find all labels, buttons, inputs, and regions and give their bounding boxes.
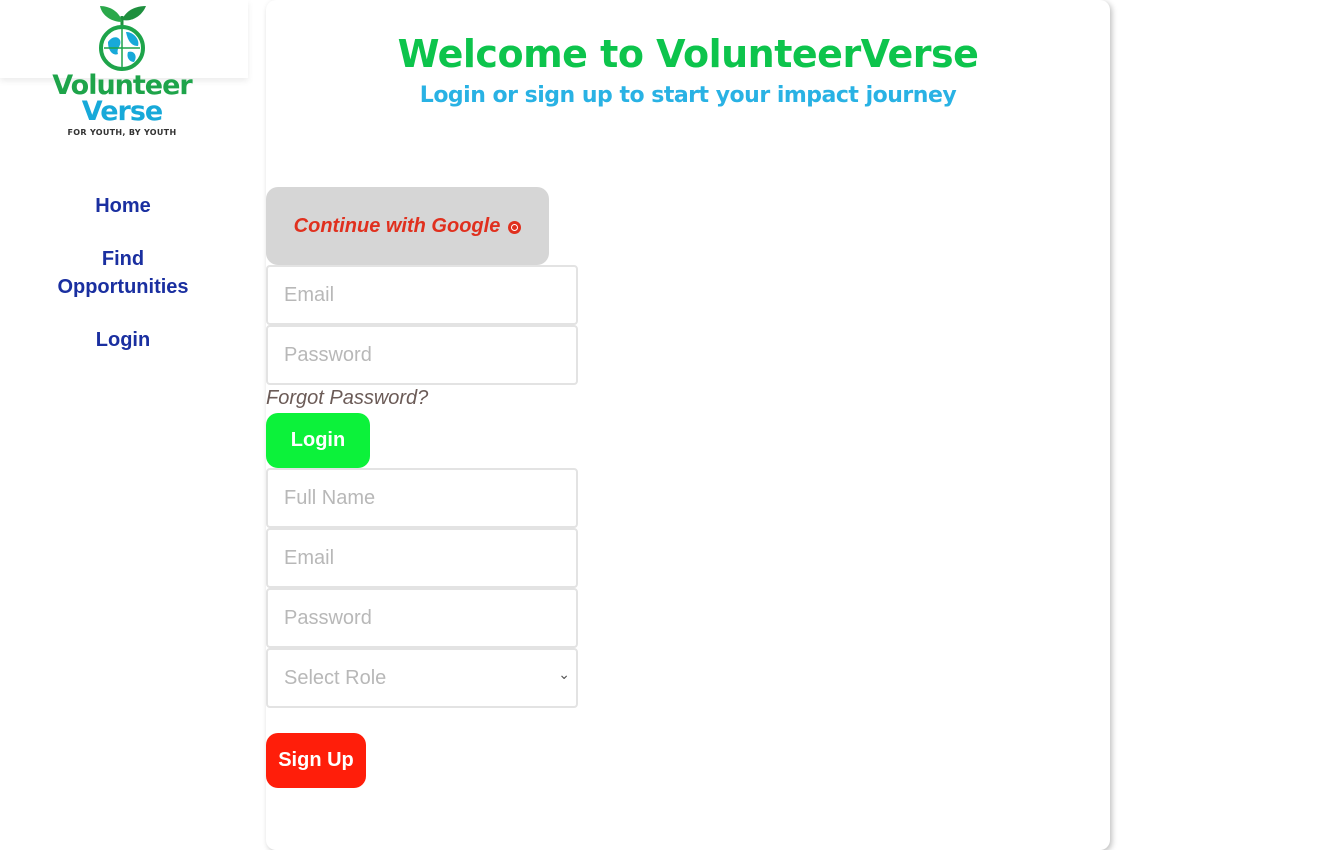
google-signin-label: Continue with Google <box>293 214 501 237</box>
globe-sprout-icon <box>99 6 146 71</box>
auth-card: Welcome to VolunteerVerse Login or sign … <box>266 0 1110 850</box>
login-button[interactable]: Login <box>266 413 370 468</box>
page-title: Welcome to VolunteerVerse <box>397 32 979 76</box>
login-email-input[interactable] <box>266 265 578 325</box>
chevron-down-icon: ⌄ <box>558 666 570 682</box>
login-password-input[interactable] <box>266 325 578 385</box>
forgot-password-link[interactable]: Forgot Password? <box>266 387 428 410</box>
brand-logo[interactable]: Volunteer Verse FOR YOUTH, BY YOUTH <box>40 2 204 140</box>
role-select-value: Select Role <box>284 667 387 689</box>
google-signin-button[interactable]: Continue with Google <box>266 187 549 265</box>
page-subtitle: Login or sign up to start your impact jo… <box>419 83 957 108</box>
nav-login-link[interactable]: Login <box>48 326 198 354</box>
role-select[interactable]: Select Role ⌄ <box>266 648 578 708</box>
logo-wordmark-verse: Verse <box>81 96 163 127</box>
google-icon <box>508 220 522 234</box>
signup-password-input[interactable] <box>266 588 578 648</box>
signup-email-input[interactable] <box>266 528 578 588</box>
sidebar: Volunteer Verse FOR YOUTH, BY YOUTH Home… <box>0 0 248 838</box>
nav-find-opportunities-link[interactable]: Find Opportunities <box>48 245 198 301</box>
signup-fullname-input[interactable] <box>266 468 578 528</box>
signup-button[interactable]: Sign Up <box>266 733 366 788</box>
nav-home-link[interactable]: Home <box>48 192 198 220</box>
logo-tagline: FOR YOUTH, BY YOUTH <box>67 128 177 137</box>
